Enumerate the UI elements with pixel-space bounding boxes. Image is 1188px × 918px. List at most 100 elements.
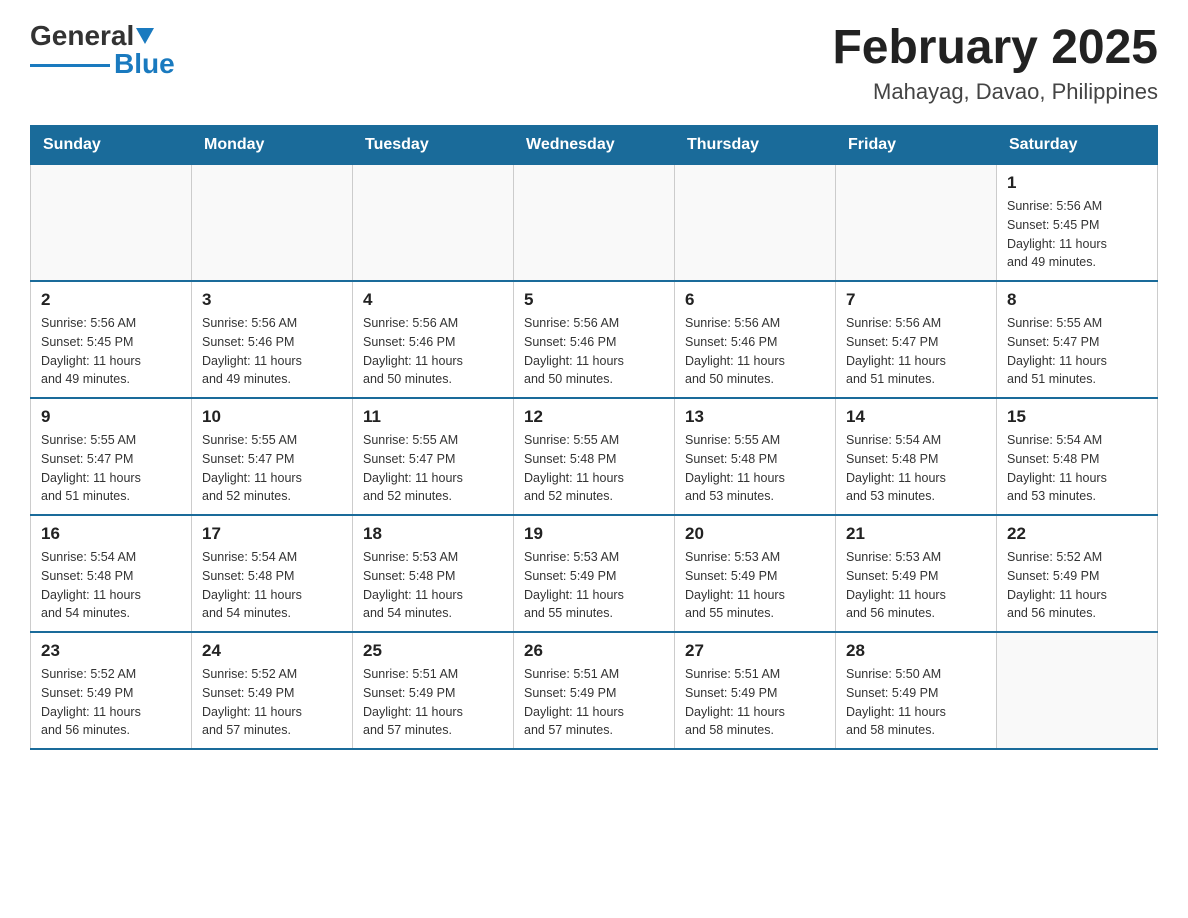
subtitle: Mahayag, Davao, Philippines xyxy=(832,79,1158,105)
day-info: Sunrise: 5:51 AM Sunset: 5:49 PM Dayligh… xyxy=(363,665,503,740)
calendar-header-tuesday: Tuesday xyxy=(353,126,514,165)
logo-divider xyxy=(30,64,110,67)
calendar-cell: 23 Sunrise: 5:52 AM Sunset: 5:49 PM Dayli… xyxy=(31,632,192,749)
calendar-cell: 22Sunrise: 5:52 AM Sunset: 5:49 PM Dayli… xyxy=(997,515,1158,632)
calendar-cell: 27 Sunrise: 5:51 AM Sunset: 5:49 PM Dayli… xyxy=(675,632,836,749)
day-info: Sunrise: 5:53 AM Sunset: 5:48 PM Dayligh… xyxy=(363,548,503,623)
day-number: 12 xyxy=(524,407,664,427)
day-number: 25 xyxy=(363,641,503,661)
day-number: 27 xyxy=(685,641,825,661)
logo-blue-text: Blue xyxy=(114,48,175,80)
day-info: Sunrise: 5:53 AM Sunset: 5:49 PM Dayligh… xyxy=(685,548,825,623)
logo: General Blue xyxy=(30,20,175,80)
calendar-header-monday: Monday xyxy=(192,126,353,165)
calendar-header-thursday: Thursday xyxy=(675,126,836,165)
calendar-table: SundayMondayTuesdayWednesdayThursdayFrid… xyxy=(30,125,1158,750)
day-number: 15 xyxy=(1007,407,1147,427)
day-info: Sunrise: 5:54 AM Sunset: 5:48 PM Dayligh… xyxy=(1007,431,1147,506)
calendar-cell xyxy=(997,632,1158,749)
day-number: 5 xyxy=(524,290,664,310)
calendar-cell: 12 Sunrise: 5:55 AM Sunset: 5:48 PM Dayli… xyxy=(514,398,675,515)
calendar-cell: 25 Sunrise: 5:51 AM Sunset: 5:49 PM Dayli… xyxy=(353,632,514,749)
calendar-cell: 10Sunrise: 5:55 AM Sunset: 5:47 PM Dayli… xyxy=(192,398,353,515)
calendar-cell: 4 Sunrise: 5:56 AM Sunset: 5:46 PM Daylig… xyxy=(353,281,514,398)
calendar-cell: 6 Sunrise: 5:56 AM Sunset: 5:46 PM Daylig… xyxy=(675,281,836,398)
day-info: Sunrise: 5:56 AM Sunset: 5:47 PM Dayligh… xyxy=(846,314,986,389)
page-header: General Blue February 2025 Mahayag, Dava… xyxy=(30,20,1158,105)
day-info: Sunrise: 5:55 AM Sunset: 5:47 PM Dayligh… xyxy=(41,431,181,506)
calendar-cell: 18 Sunrise: 5:53 AM Sunset: 5:48 PM Dayli… xyxy=(353,515,514,632)
calendar-cell: 14 Sunrise: 5:54 AM Sunset: 5:48 PM Dayli… xyxy=(836,398,997,515)
calendar-header-saturday: Saturday xyxy=(997,126,1158,165)
calendar-cell xyxy=(836,165,997,282)
day-number: 9 xyxy=(41,407,181,427)
day-number: 20 xyxy=(685,524,825,544)
main-title: February 2025 xyxy=(832,20,1158,75)
day-info: Sunrise: 5:54 AM Sunset: 5:48 PM Dayligh… xyxy=(202,548,342,623)
day-info: Sunrise: 5:54 AM Sunset: 5:48 PM Dayligh… xyxy=(846,431,986,506)
calendar-header-wednesday: Wednesday xyxy=(514,126,675,165)
calendar-week-row: 1 Sunrise: 5:56 AM Sunset: 5:45 PM Daylig… xyxy=(31,165,1158,282)
calendar-cell: 9 Sunrise: 5:55 AM Sunset: 5:47 PM Daylig… xyxy=(31,398,192,515)
calendar-week-row: 23 Sunrise: 5:52 AM Sunset: 5:49 PM Dayli… xyxy=(31,632,1158,749)
day-info: Sunrise: 5:52 AM Sunset: 5:49 PM Dayligh… xyxy=(202,665,342,740)
logo-arrow-icon xyxy=(136,28,154,44)
day-number: 2 xyxy=(41,290,181,310)
day-info: Sunrise: 5:55 AM Sunset: 5:47 PM Dayligh… xyxy=(1007,314,1147,389)
day-number: 28 xyxy=(846,641,986,661)
calendar-cell: 17 Sunrise: 5:54 AM Sunset: 5:48 PM Dayli… xyxy=(192,515,353,632)
calendar-header-friday: Friday xyxy=(836,126,997,165)
day-info: Sunrise: 5:54 AM Sunset: 5:48 PM Dayligh… xyxy=(41,548,181,623)
day-info: Sunrise: 5:56 AM Sunset: 5:45 PM Dayligh… xyxy=(1007,197,1147,272)
day-number: 14 xyxy=(846,407,986,427)
calendar-cell: 20 Sunrise: 5:53 AM Sunset: 5:49 PM Dayli… xyxy=(675,515,836,632)
day-info: Sunrise: 5:52 AM Sunset: 5:49 PM Dayligh… xyxy=(41,665,181,740)
calendar-cell: 13Sunrise: 5:55 AM Sunset: 5:48 PM Dayli… xyxy=(675,398,836,515)
day-number: 24 xyxy=(202,641,342,661)
day-info: Sunrise: 5:50 AM Sunset: 5:49 PM Dayligh… xyxy=(846,665,986,740)
calendar-cell xyxy=(514,165,675,282)
day-info: Sunrise: 5:56 AM Sunset: 5:45 PM Dayligh… xyxy=(41,314,181,389)
calendar-cell xyxy=(192,165,353,282)
day-info: Sunrise: 5:55 AM Sunset: 5:47 PM Dayligh… xyxy=(363,431,503,506)
day-number: 23 xyxy=(41,641,181,661)
day-number: 11 xyxy=(363,407,503,427)
calendar-week-row: 16 Sunrise: 5:54 AM Sunset: 5:48 PM Dayli… xyxy=(31,515,1158,632)
day-info: Sunrise: 5:56 AM Sunset: 5:46 PM Dayligh… xyxy=(685,314,825,389)
day-number: 21 xyxy=(846,524,986,544)
calendar-cell: 5 Sunrise: 5:56 AM Sunset: 5:46 PM Daylig… xyxy=(514,281,675,398)
day-info: Sunrise: 5:55 AM Sunset: 5:47 PM Dayligh… xyxy=(202,431,342,506)
day-number: 3 xyxy=(202,290,342,310)
calendar-cell: 11 Sunrise: 5:55 AM Sunset: 5:47 PM Dayli… xyxy=(353,398,514,515)
calendar-header-sunday: Sunday xyxy=(31,126,192,165)
calendar-cell xyxy=(31,165,192,282)
day-info: Sunrise: 5:53 AM Sunset: 5:49 PM Dayligh… xyxy=(524,548,664,623)
day-number: 17 xyxy=(202,524,342,544)
day-info: Sunrise: 5:56 AM Sunset: 5:46 PM Dayligh… xyxy=(363,314,503,389)
day-number: 16 xyxy=(41,524,181,544)
calendar-cell: 24 Sunrise: 5:52 AM Sunset: 5:49 PM Dayli… xyxy=(192,632,353,749)
day-number: 1 xyxy=(1007,173,1147,193)
calendar-cell: 15 Sunrise: 5:54 AM Sunset: 5:48 PM Dayli… xyxy=(997,398,1158,515)
calendar-cell: 26Sunrise: 5:51 AM Sunset: 5:49 PM Dayli… xyxy=(514,632,675,749)
day-number: 8 xyxy=(1007,290,1147,310)
calendar-cell: 19 Sunrise: 5:53 AM Sunset: 5:49 PM Dayli… xyxy=(514,515,675,632)
day-info: Sunrise: 5:55 AM Sunset: 5:48 PM Dayligh… xyxy=(524,431,664,506)
title-block: February 2025 Mahayag, Davao, Philippine… xyxy=(832,20,1158,105)
day-number: 6 xyxy=(685,290,825,310)
calendar-cell: 16 Sunrise: 5:54 AM Sunset: 5:48 PM Dayli… xyxy=(31,515,192,632)
day-number: 4 xyxy=(363,290,503,310)
calendar-cell xyxy=(675,165,836,282)
calendar-header-row: SundayMondayTuesdayWednesdayThursdayFrid… xyxy=(31,126,1158,165)
day-info: Sunrise: 5:55 AM Sunset: 5:48 PM Dayligh… xyxy=(685,431,825,506)
calendar-cell: 1 Sunrise: 5:56 AM Sunset: 5:45 PM Daylig… xyxy=(997,165,1158,282)
calendar-cell: 28 Sunrise: 5:50 AM Sunset: 5:49 PM Dayli… xyxy=(836,632,997,749)
calendar-cell: 3Sunrise: 5:56 AM Sunset: 5:46 PM Daylig… xyxy=(192,281,353,398)
day-number: 19 xyxy=(524,524,664,544)
calendar-cell xyxy=(353,165,514,282)
day-number: 7 xyxy=(846,290,986,310)
day-info: Sunrise: 5:51 AM Sunset: 5:49 PM Dayligh… xyxy=(685,665,825,740)
day-info: Sunrise: 5:56 AM Sunset: 5:46 PM Dayligh… xyxy=(524,314,664,389)
calendar-week-row: 2 Sunrise: 5:56 AM Sunset: 5:45 PM Daylig… xyxy=(31,281,1158,398)
day-number: 18 xyxy=(363,524,503,544)
